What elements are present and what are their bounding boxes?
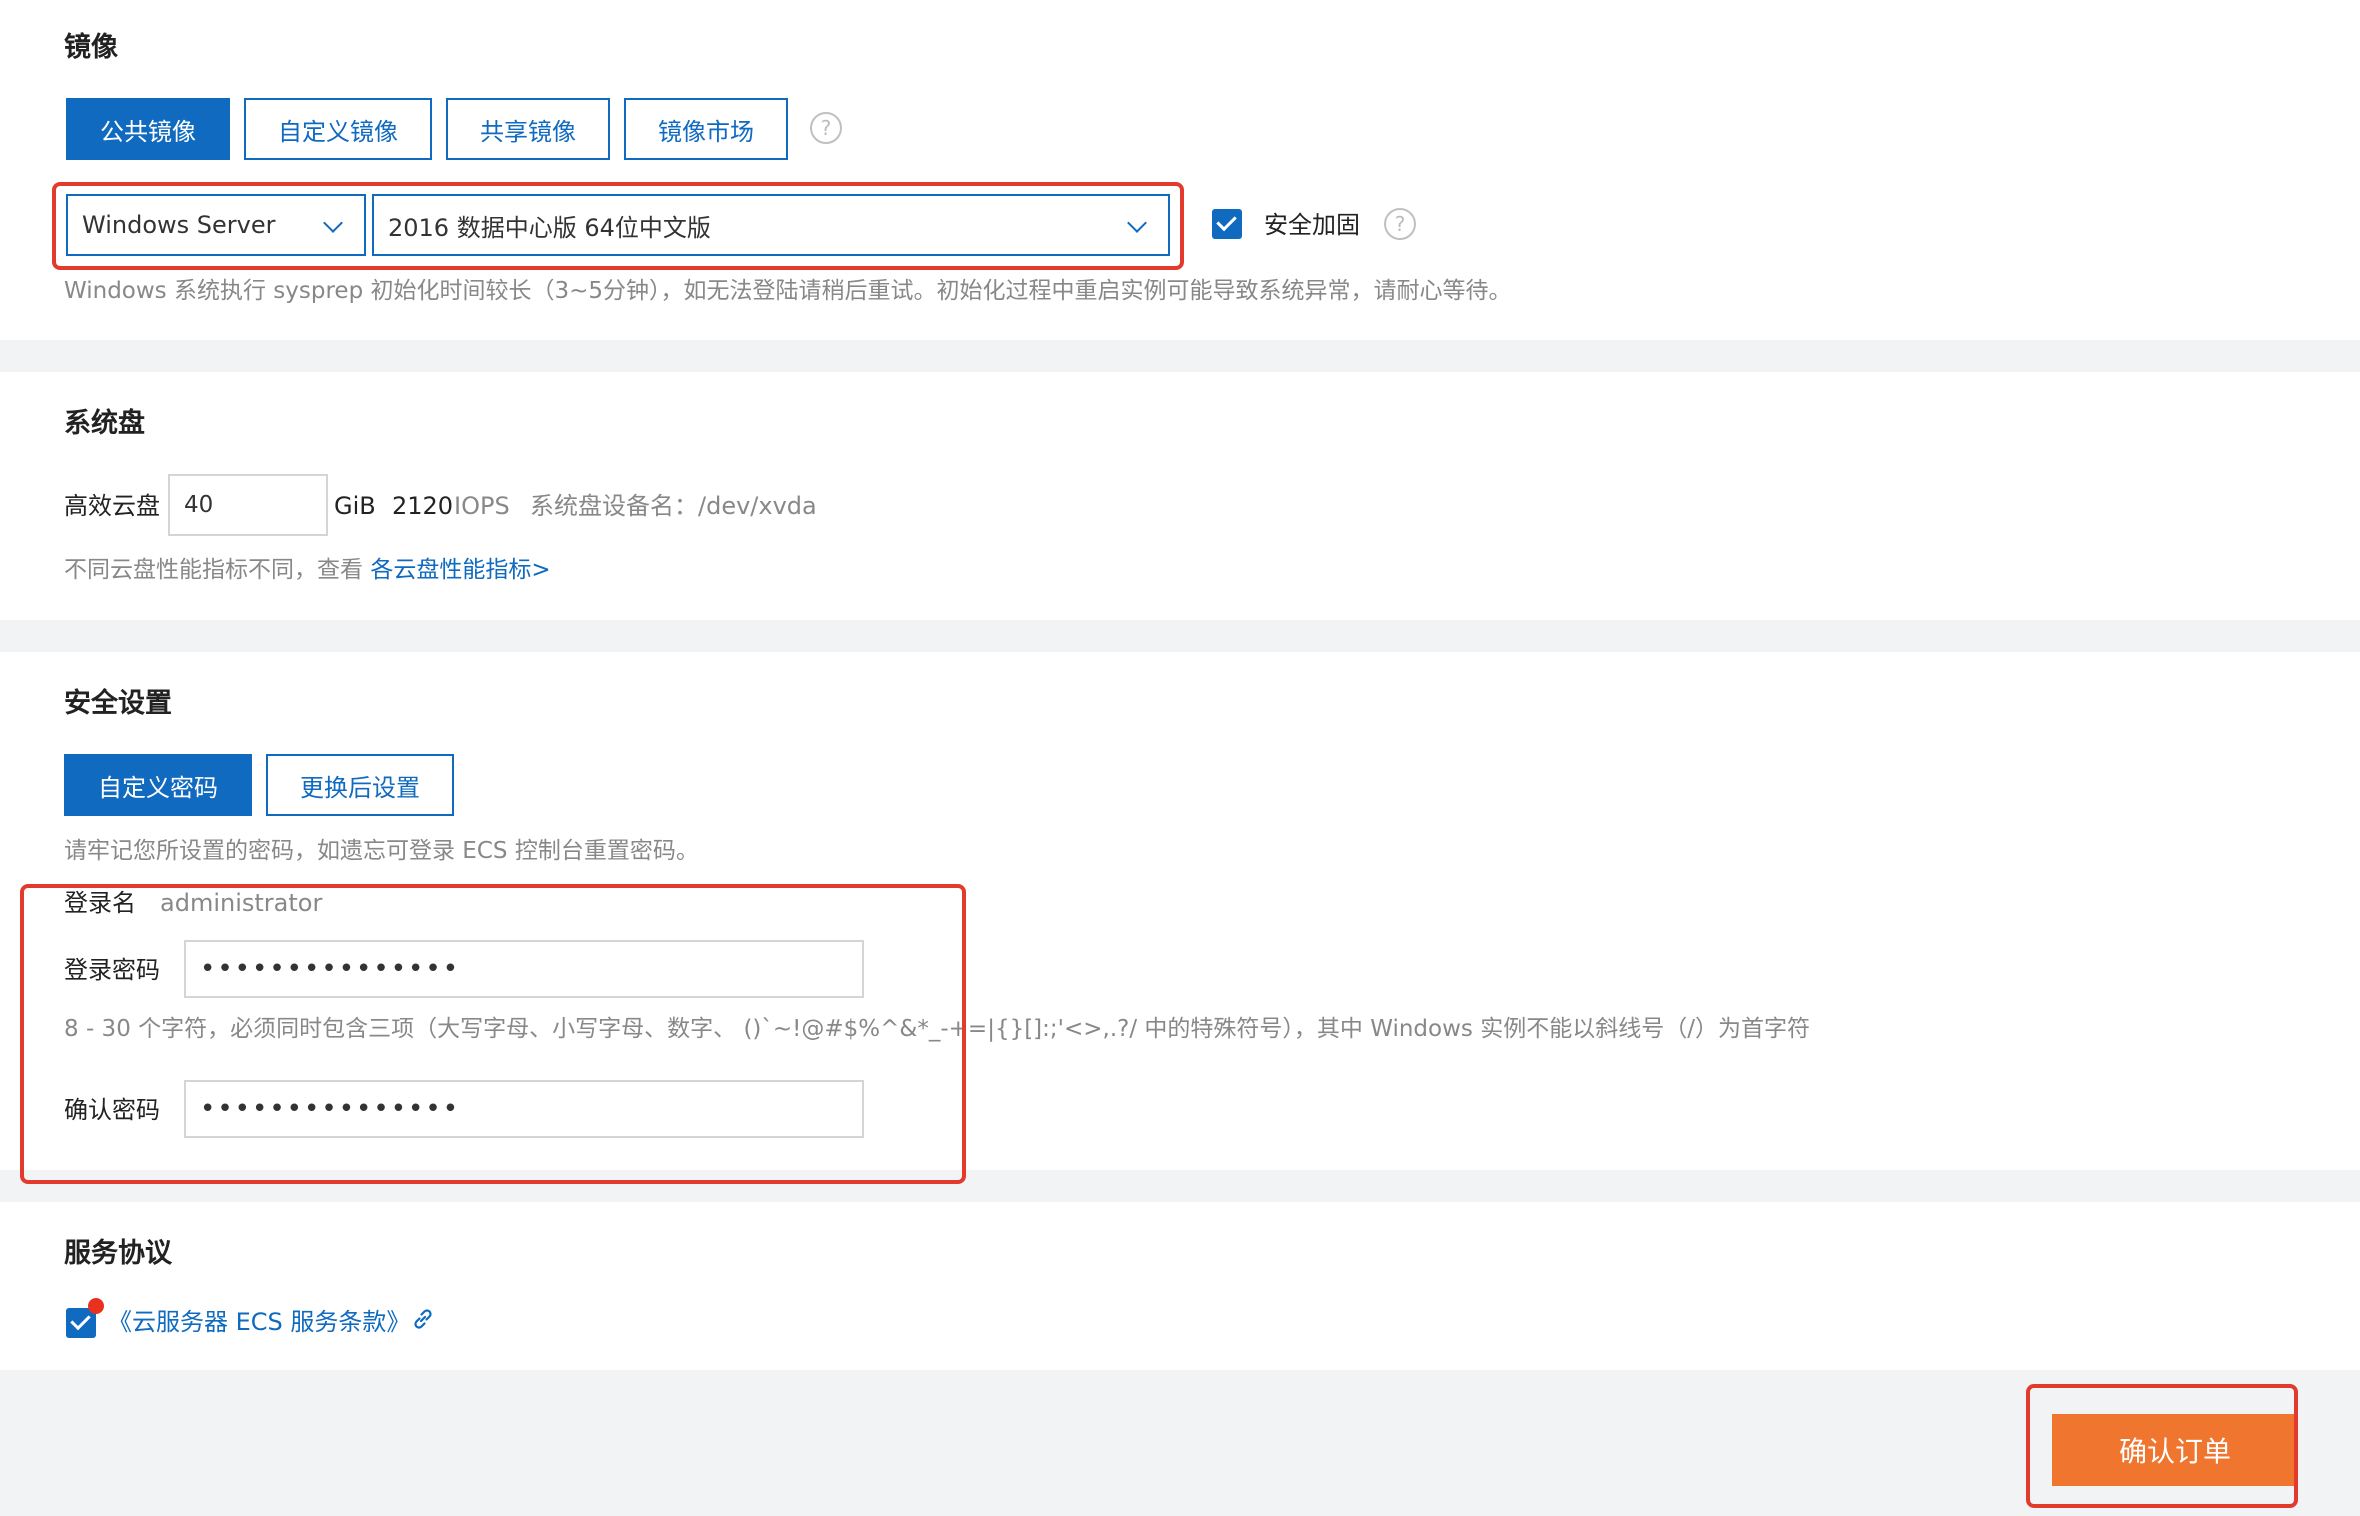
tab-image-market[interactable]: 镜像市场 — [624, 98, 788, 160]
disk-size-value: 40 — [184, 492, 214, 518]
link-icon[interactable] — [410, 1306, 436, 1332]
disk-size-input[interactable]: 40 — [168, 474, 328, 536]
disk-type-label: 高效云盘 — [64, 492, 160, 520]
ecs-terms-link[interactable]: 《云服务器 ECS 服务条款》 — [108, 1310, 410, 1334]
agreement-section-title: 服务协议 — [64, 1238, 172, 1269]
image-note: Windows 系统执行 sysprep 初始化时间较长（3~5分钟），如无法登… — [64, 278, 1512, 304]
iops-label: IOPS — [454, 492, 510, 520]
tab-shared-image[interactable]: 共享镜像 — [446, 98, 610, 160]
agreement-panel — [0, 1202, 2360, 1370]
question-circle-icon[interactable]: ? — [810, 112, 842, 144]
tab-public-image[interactable]: 公共镜像 — [66, 98, 230, 160]
notification-dot — [88, 1298, 104, 1314]
disk-performance-link[interactable]: 各云盘性能指标> — [370, 557, 550, 583]
disk-size-unit: GiB — [334, 492, 376, 520]
iops-value: 2120 — [392, 492, 454, 520]
credentials-highlight — [20, 884, 966, 1184]
security-hardening-checkbox[interactable] — [1212, 209, 1242, 239]
disk-section-title: 系统盘 — [64, 408, 145, 439]
disk-note-text: 不同云盘性能指标不同，查看 — [64, 557, 363, 583]
tab-custom-password[interactable]: 自定义密码 — [64, 754, 252, 816]
question-circle-icon[interactable]: ? — [1384, 208, 1416, 240]
confirm-button-highlight — [2026, 1384, 2298, 1508]
disk-note: 不同云盘性能指标不同，查看 各云盘性能指标> — [64, 559, 551, 582]
tab-set-later[interactable]: 更换后设置 — [266, 754, 454, 816]
password-reminder: 请牢记您所设置的密码，如遗忘可登录 ECS 控制台重置密码。 — [64, 838, 699, 864]
security-section-title: 安全设置 — [64, 688, 172, 719]
image-section-title: 镜像 — [64, 32, 118, 63]
image-select-highlight — [52, 182, 1184, 270]
tab-custom-image[interactable]: 自定义镜像 — [244, 98, 432, 160]
device-name: 系统盘设备名：/dev/xvda — [530, 492, 817, 520]
security-hardening-label: 安全加固 — [1264, 211, 1360, 239]
